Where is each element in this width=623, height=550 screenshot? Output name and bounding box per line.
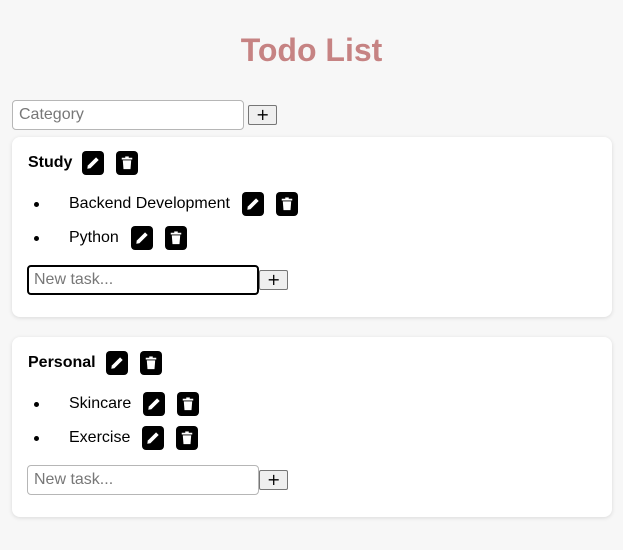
delete-task-button[interactable] xyxy=(176,426,199,450)
task-text: Exercise xyxy=(69,429,131,446)
pencil-icon xyxy=(136,232,148,244)
task-item: Backend Development xyxy=(34,187,310,221)
page-title: Todo List xyxy=(240,32,383,68)
edit-category-button[interactable] xyxy=(105,351,128,375)
pencil-icon xyxy=(247,198,259,210)
task-list: Backend Development Python xyxy=(34,187,310,255)
new-task-form: + xyxy=(27,465,289,495)
pencil-icon xyxy=(148,398,160,410)
trash-icon xyxy=(170,231,182,245)
pencil-icon xyxy=(87,157,100,169)
add-category-button[interactable]: + xyxy=(248,105,278,125)
task-item: Python xyxy=(34,221,310,255)
edit-category-button[interactable] xyxy=(82,151,105,175)
task-list: Skincare Exercise xyxy=(33,387,211,455)
new-task-input[interactable] xyxy=(27,465,259,495)
category-name: Study xyxy=(28,154,73,171)
task-text: Python xyxy=(69,229,119,246)
edit-task-button[interactable] xyxy=(241,192,264,216)
task-text: Skincare xyxy=(69,395,132,412)
pencil-icon xyxy=(147,432,160,444)
category-card-study: Study Backend Development Python New tas… xyxy=(12,137,612,317)
task-item: Exercise xyxy=(33,421,211,455)
task-item: Skincare xyxy=(33,387,211,421)
edit-task-button[interactable] xyxy=(142,426,165,450)
edit-task-button[interactable] xyxy=(143,392,166,416)
category-input[interactable] xyxy=(12,100,244,130)
pencil-icon xyxy=(110,357,123,369)
add-task-button[interactable]: + xyxy=(259,270,289,290)
new-task-input[interactable] xyxy=(27,265,259,295)
category-header: Study xyxy=(28,151,150,175)
edit-task-button[interactable] xyxy=(130,226,153,250)
delete-category-button[interactable] xyxy=(139,351,162,375)
trash-icon xyxy=(183,397,194,411)
trash-icon xyxy=(281,197,293,211)
trash-icon xyxy=(145,356,156,370)
delete-task-button[interactable] xyxy=(275,192,298,216)
category-header: Personal xyxy=(28,351,174,375)
delete-category-button[interactable] xyxy=(116,151,139,175)
delete-task-button[interactable] xyxy=(177,392,200,416)
trash-icon xyxy=(182,431,193,445)
add-category-form: + xyxy=(12,100,278,130)
delete-task-button[interactable] xyxy=(164,226,187,250)
new-task-form: + xyxy=(27,265,289,295)
add-task-button[interactable]: + xyxy=(259,470,289,490)
task-text: Backend Development xyxy=(69,195,230,212)
category-name: Personal xyxy=(28,354,96,371)
trash-icon xyxy=(122,156,133,170)
category-card-personal: Personal Skincare Exercise New task... + xyxy=(12,337,612,517)
